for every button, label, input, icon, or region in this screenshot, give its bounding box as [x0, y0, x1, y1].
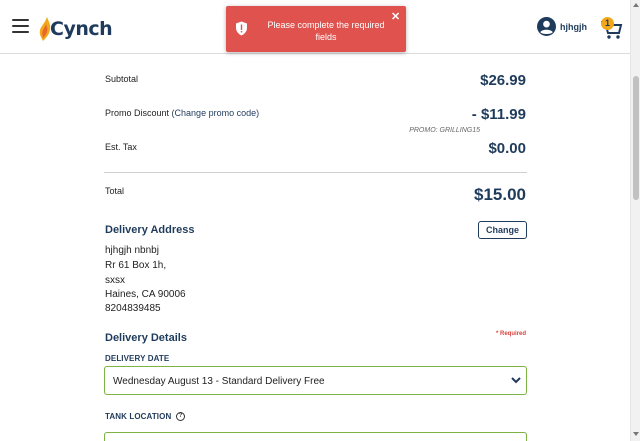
summary-divider	[104, 172, 527, 173]
page-scrollbar[interactable]	[630, 0, 640, 441]
shield-alert-icon	[236, 21, 247, 36]
promo-discount-row: Promo Discount (Change promo code)	[105, 108, 259, 118]
subtotal-value: $26.99	[480, 72, 526, 89]
delivery-date-select[interactable]: Wednesday August 13 - Standard Delivery …	[104, 366, 527, 395]
scroll-up-arrow[interactable]	[633, 3, 639, 7]
change-promo-code-link[interactable]: (Change promo code)	[172, 108, 260, 118]
promo-label: Promo Discount	[105, 108, 170, 118]
delivery-date-value: Wednesday August 13 - Standard Delivery …	[113, 376, 325, 387]
promo-code-note: PROMO: GRILLING15	[409, 127, 480, 134]
delivery-date-label: DELIVERY DATE	[105, 354, 170, 363]
total-label: Total	[105, 186, 125, 196]
scroll-down-arrow[interactable]	[633, 432, 639, 436]
cart-button[interactable]: 1	[599, 16, 623, 40]
subtotal-label: Subtotal	[105, 74, 139, 84]
help-icon[interactable]: ?	[176, 412, 185, 421]
user-name: hjhgjh	[560, 21, 587, 32]
cut-off-line	[105, 54, 305, 58]
delivery-details-title: Delivery Details	[105, 332, 187, 344]
cart-count-badge: 1	[601, 17, 614, 30]
menu-icon[interactable]	[12, 19, 29, 33]
toast-message: Please complete the required fields	[267, 20, 385, 42]
close-icon[interactable]: ✕	[391, 12, 400, 23]
scroll-thumb[interactable]	[633, 76, 639, 200]
tank-location-field[interactable]	[104, 432, 527, 441]
tax-label: Est. Tax	[105, 142, 137, 152]
required-note: * Required	[495, 331, 526, 337]
logo-text: Cynch	[50, 18, 113, 40]
address-line: 8204839485	[105, 303, 161, 314]
promo-discount-value: - $11.99	[471, 106, 526, 123]
delivery-address-title: Delivery Address	[105, 224, 195, 236]
chevron-down-icon	[511, 377, 521, 384]
tax-value: $0.00	[488, 140, 526, 157]
address-line: hjhgjh nbnbj	[105, 245, 159, 256]
address-line: Haines, CA 90006	[105, 289, 186, 300]
logo[interactable]: Cynch	[38, 12, 113, 42]
tank-location-label: TANK LOCATION	[105, 412, 172, 421]
address-line: sxsx	[105, 275, 125, 286]
change-address-button[interactable]: Change	[478, 221, 527, 239]
total-value: $15.00	[474, 185, 526, 204]
error-toast: Please complete the required fields ✕	[226, 6, 406, 52]
address-line: Rr 61 Box 1h,	[105, 260, 167, 271]
user-menu[interactable]: hjhgjh	[537, 17, 587, 36]
user-icon	[537, 17, 556, 36]
